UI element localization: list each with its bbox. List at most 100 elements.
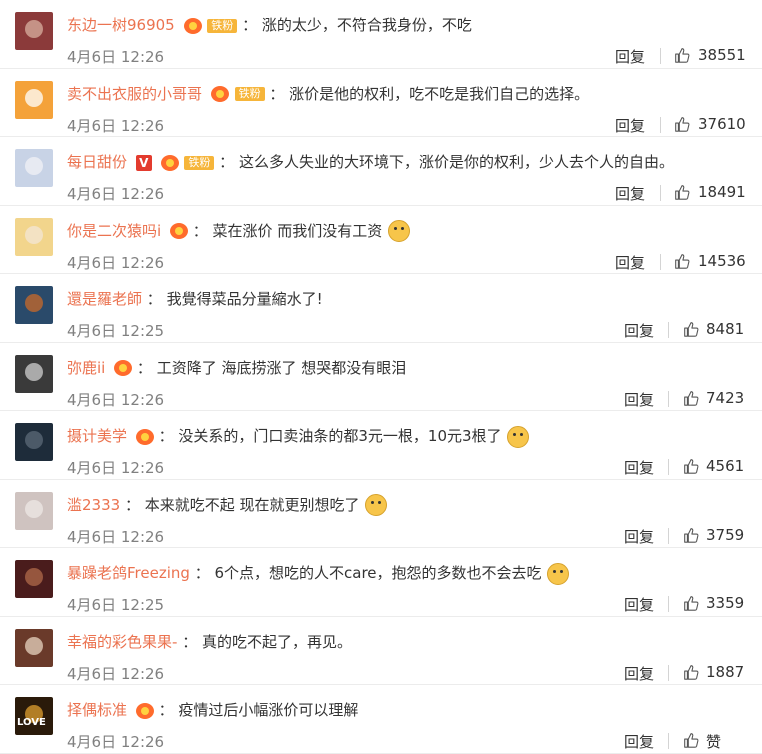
like-count: 3759 — [706, 525, 745, 544]
like-count: 1887 — [706, 662, 745, 681]
thumbs-up-icon[interactable] — [682, 663, 700, 681]
reply-button[interactable]: 回复 — [624, 663, 654, 684]
reply-button[interactable]: 回复 — [624, 731, 654, 752]
emoji-icon — [547, 562, 570, 585]
comment-time: 4月6日 12:26 — [67, 459, 165, 477]
avatar[interactable] — [15, 286, 53, 324]
thumbs-up-icon[interactable] — [682, 731, 700, 749]
fan-crown-icon — [135, 702, 154, 719]
comment-time: 4月6日 12:26 — [67, 390, 165, 409]
comment-text: 6个点，想吃的人不care，抱怨的多数也不会去吃 — [214, 564, 542, 582]
comment-text: 疫情过后小幅涨价可以理解 — [178, 701, 359, 719]
comment-line: 摄计美学 ： 没关系的，门口卖油条的都3元一根，10元3根了 — [67, 425, 530, 448]
username-link[interactable]: 弥鹿ii — [67, 359, 105, 377]
reply-button[interactable]: 回复 — [615, 46, 645, 67]
comment-item: 每日甜份 V 铁粉 ： 这么多人失业的大环境下，涨价是你的权利，少人去个人的自由… — [0, 137, 762, 206]
like-count: 37610 — [698, 114, 746, 133]
reply-button[interactable]: 回复 — [624, 457, 654, 478]
username-link[interactable]: 滥2333 — [67, 496, 120, 514]
username-link[interactable]: 暴躁老鸽Freezing — [67, 564, 190, 582]
comment-time: 4月6日 12:26 — [67, 116, 165, 135]
username-link[interactable]: 东边一树96905 — [67, 16, 175, 34]
avatar[interactable]: LOVE — [15, 697, 53, 735]
colon: ： — [124, 495, 140, 514]
comment-text: 这么多人失业的大环境下，涨价是你的权利，少人去个人的自由。 — [238, 153, 674, 171]
reply-button[interactable]: 回复 — [615, 115, 645, 136]
username-link[interactable]: 還是羅老師 — [67, 290, 142, 308]
comment-text: 真的吃不起了，再见。 — [202, 632, 353, 651]
fan-crown-icon — [169, 223, 188, 239]
username-link[interactable]: 择偶标准 — [67, 701, 127, 719]
comment-line: 东边一树96905 铁粉 ： 涨的太少，不符合我身份，不吃 — [67, 14, 472, 36]
thumbs-up-icon[interactable] — [682, 594, 700, 612]
thumbs-up-icon[interactable] — [682, 389, 700, 407]
avatar[interactable] — [15, 628, 53, 667]
fan-crown-icon — [210, 86, 229, 102]
like-count: 3359 — [706, 594, 745, 612]
reply-button[interactable]: 回复 — [615, 183, 645, 204]
reply-button[interactable]: 回复 — [624, 526, 654, 547]
divider — [668, 527, 669, 544]
avatar[interactable] — [15, 12, 53, 50]
comment-time: 4月6日 12:26 — [67, 527, 165, 546]
emoji-icon — [365, 494, 388, 516]
comment-line: 每日甜份 V 铁粉 ： 这么多人失业的大环境下，涨价是你的权利，少人去个人的自由… — [67, 151, 674, 173]
avatar[interactable] — [15, 80, 53, 119]
fan-crown-icon — [114, 360, 133, 376]
comment-text: 我覺得菜品分量縮水了! — [166, 290, 323, 308]
avatar[interactable] — [15, 217, 53, 256]
username-link[interactable]: 幸福的彩色果果- — [67, 633, 177, 651]
thumbs-up-icon[interactable] — [673, 252, 691, 270]
avatar[interactable] — [15, 560, 53, 598]
thumbs-up-icon[interactable] — [673, 115, 691, 133]
thumbs-up-icon[interactable] — [682, 320, 700, 338]
like-count: 38551 — [698, 46, 746, 64]
emoji-icon — [507, 425, 530, 448]
comment-list: 东边一树96905 铁粉 ： 涨的太少，不符合我身份，不吃 4月6日 12:26… — [0, 0, 762, 754]
colon: ： — [269, 84, 285, 103]
thumbs-up-icon[interactable] — [673, 183, 691, 201]
divider — [668, 322, 669, 338]
divider — [668, 459, 669, 475]
fan-crown-icon — [160, 154, 179, 171]
colon: ： — [136, 358, 152, 377]
like-count: 8481 — [706, 320, 745, 338]
comment-text: 涨价是他的权利，吃不吃是我们自己的选择。 — [289, 84, 590, 103]
username-link[interactable]: 每日甜份 — [67, 153, 127, 171]
colon: ： — [192, 221, 208, 240]
comment-line: 弥鹿ii ： 工资降了 海底捞涨了 想哭都没有眼泪 — [67, 357, 406, 379]
emoji-icon — [388, 220, 411, 242]
fan-crown-icon — [135, 428, 154, 445]
divider — [660, 48, 661, 64]
username-link[interactable]: 卖不出衣服的小哥哥 — [67, 85, 202, 103]
comment-item: LOVE 择偶标准 ： 疫情过后小幅涨价可以理解 4月6日 12:26 回复 赞 — [0, 685, 762, 754]
comment-item: 摄计美学 ： 没关系的，门口卖油条的都3元一根，10元3根了 4月6日 12:2… — [0, 411, 762, 480]
colon: ： — [158, 427, 174, 445]
avatar[interactable] — [15, 149, 53, 187]
reply-button[interactable]: 回复 — [624, 594, 654, 615]
reply-button[interactable]: 回复 — [624, 320, 654, 341]
colon: ： — [242, 16, 258, 34]
comment-time: 4月6日 12:26 — [67, 733, 165, 751]
comment-item: 卖不出衣服的小哥哥 铁粉 ： 涨价是他的权利，吃不吃是我们自己的选择。 4月6日… — [0, 69, 762, 137]
comment-time: 4月6日 12:25 — [67, 596, 165, 614]
thumbs-up-icon[interactable] — [673, 46, 691, 64]
fan-badge: 铁粉 — [234, 87, 265, 101]
comment-line: 暴躁老鸽Freezing ： 6个点，想吃的人不care，抱怨的多数也不会去吃 — [67, 562, 570, 585]
reply-button[interactable]: 回复 — [615, 252, 645, 273]
avatar[interactable] — [15, 354, 53, 393]
colon: ： — [194, 564, 210, 582]
comment-item: 還是羅老師 ： 我覺得菜品分量縮水了! 4月6日 12:25 回复 8481 — [0, 274, 762, 343]
avatar[interactable] — [15, 491, 53, 530]
comment-item: 弥鹿ii ： 工资降了 海底捞涨了 想哭都没有眼泪 4月6日 12:26 回复 … — [0, 343, 762, 411]
fan-badge: 铁粉 — [184, 155, 215, 170]
comment-item: 幸福的彩色果果- ： 真的吃不起了，再见。 4月6日 12:26 回复 1887 — [0, 617, 762, 685]
like-count: 14536 — [698, 251, 746, 270]
thumbs-up-icon[interactable] — [682, 526, 700, 544]
username-link[interactable]: 摄计美学 — [67, 427, 127, 445]
comment-time: 4月6日 12:26 — [67, 664, 165, 683]
avatar[interactable] — [15, 423, 53, 461]
username-link[interactable]: 你是二次猿吗i — [67, 222, 161, 240]
thumbs-up-icon[interactable] — [682, 457, 700, 475]
reply-button[interactable]: 回复 — [624, 389, 654, 410]
